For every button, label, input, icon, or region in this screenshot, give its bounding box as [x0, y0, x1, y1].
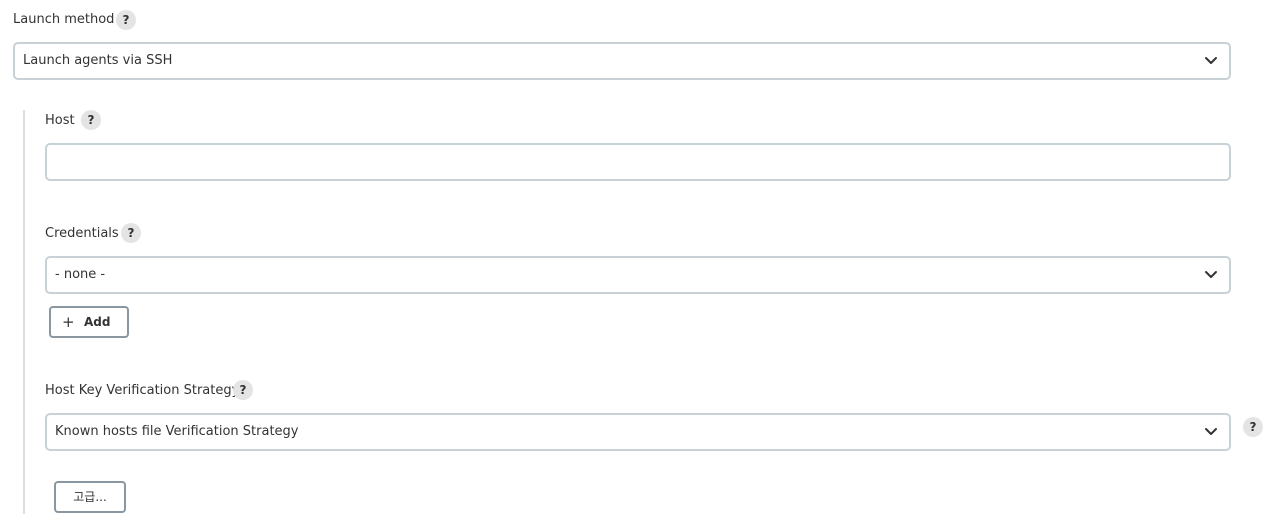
- chevron-down-icon: [1205, 57, 1217, 64]
- host-key-strategy-selected-value: Known hosts file Verification Strategy: [55, 424, 299, 439]
- host-key-strategy-select[interactable]: Known hosts file Verification Strategy: [45, 413, 1231, 451]
- host-help-icon[interactable]: ?: [81, 110, 101, 130]
- host-key-strategy-help-icon[interactable]: ?: [233, 380, 253, 400]
- host-key-strategy-side-help-icon[interactable]: ?: [1243, 417, 1263, 437]
- launch-method-select[interactable]: Launch agents via SSH: [13, 42, 1231, 80]
- chevron-down-icon: [1205, 428, 1217, 435]
- advanced-button[interactable]: 고급...: [54, 481, 126, 513]
- credentials-select[interactable]: - none -: [45, 256, 1231, 294]
- credentials-label: Credentials: [45, 226, 119, 241]
- chevron-down-icon: [1205, 271, 1217, 278]
- launch-method-help-icon[interactable]: ?: [116, 10, 136, 30]
- plus-icon: +: [62, 313, 75, 331]
- host-input[interactable]: [45, 143, 1231, 181]
- launch-method-selected-value: Launch agents via SSH: [23, 53, 173, 68]
- launch-method-label: Launch method: [13, 12, 115, 27]
- credentials-selected-value: - none -: [55, 267, 106, 282]
- host-label: Host: [45, 113, 75, 128]
- add-credentials-button[interactable]: + Add: [49, 306, 129, 338]
- credentials-help-icon[interactable]: ?: [121, 223, 141, 243]
- add-button-label: Add: [84, 315, 111, 329]
- nested-section-bar: [23, 110, 25, 514]
- host-key-strategy-label: Host Key Verification Strategy: [45, 383, 240, 398]
